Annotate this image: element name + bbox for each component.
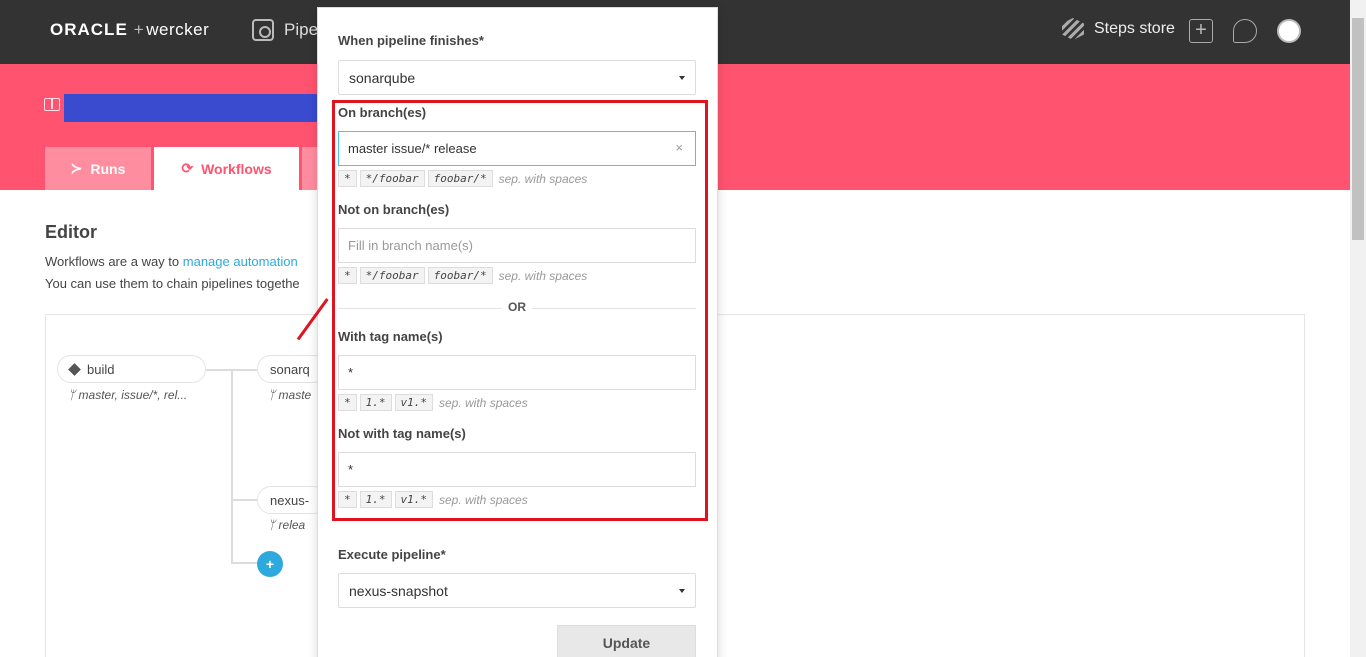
add-pipeline-button[interactable]: + — [257, 551, 283, 577]
pipeline-node-build[interactable]: build — [57, 355, 206, 383]
node-label: nexus- — [270, 492, 310, 508]
brand-wercker: wercker — [146, 20, 210, 39]
brand-plus: + — [133, 20, 145, 39]
node-label: sonarq — [270, 361, 310, 377]
user-avatar[interactable] — [1277, 19, 1301, 43]
highlight-box — [332, 100, 708, 521]
connector-line — [231, 369, 233, 563]
manage-automation-link[interactable]: manage automation — [183, 254, 298, 269]
execute-pipeline-value: nexus-snapshot — [349, 583, 448, 599]
when-finishes-value: sonarqube — [349, 70, 416, 86]
chevron-down-icon — [679, 76, 685, 80]
node-branches: ᛘ relea — [268, 518, 306, 532]
runs-icon: ≻ — [70, 160, 83, 176]
branch-list: relea — [278, 518, 306, 532]
connector-line — [231, 562, 257, 564]
scrollbar-thumb[interactable] — [1352, 18, 1364, 240]
pipelines-icon — [252, 19, 274, 41]
nav-pipelines-label: Pipe — [284, 20, 319, 39]
description-prefix: Workflows are a way to — [45, 254, 183, 269]
steps-store-icon — [1062, 18, 1084, 40]
branch-list: maste — [278, 388, 312, 402]
nav-pipelines[interactable]: Pipe — [252, 19, 318, 41]
redacted-app-name — [64, 94, 320, 122]
brand-logo[interactable]: ORACLE + wercker — [50, 20, 209, 40]
node-branches: ᛘ master, issue/*, rel... — [68, 388, 188, 402]
connector-line — [231, 499, 257, 501]
book-icon — [44, 98, 60, 111]
when-finishes-label: When pipeline finishes* — [338, 33, 484, 48]
update-button[interactable]: Update — [557, 625, 696, 657]
workflows-icon: ⟳ — [181, 160, 194, 176]
tab-workflows[interactable]: ⟳ Workflows — [154, 147, 299, 190]
brand-oracle: ORACLE — [50, 20, 128, 39]
tab-runs[interactable]: ≻ Runs — [45, 147, 151, 190]
description-line-2: You can use them to chain pipelines toge… — [45, 276, 300, 291]
git-icon — [68, 362, 81, 376]
node-label: build — [87, 361, 115, 377]
execute-pipeline-select[interactable]: nexus-snapshot — [338, 573, 696, 608]
steps-store-label: Steps store — [1094, 20, 1175, 37]
create-plus-icon[interactable]: + — [1189, 19, 1213, 43]
tab-runs-label: Runs — [90, 160, 126, 177]
steps-store-link[interactable]: Steps store — [1062, 18, 1175, 40]
page-title: Editor — [45, 222, 97, 242]
tab-workflows-label: Workflows — [201, 160, 272, 177]
branch-list: master, issue/*, rel... — [78, 388, 188, 402]
description-line-1: Workflows are a way to manage automation — [45, 254, 298, 269]
chevron-down-icon — [679, 589, 685, 593]
when-finishes-select[interactable]: sonarqube — [338, 60, 696, 95]
chat-icon[interactable] — [1233, 19, 1257, 43]
node-branches: ᛘ maste — [268, 388, 312, 402]
execute-pipeline-label: Execute pipeline* — [338, 547, 446, 562]
